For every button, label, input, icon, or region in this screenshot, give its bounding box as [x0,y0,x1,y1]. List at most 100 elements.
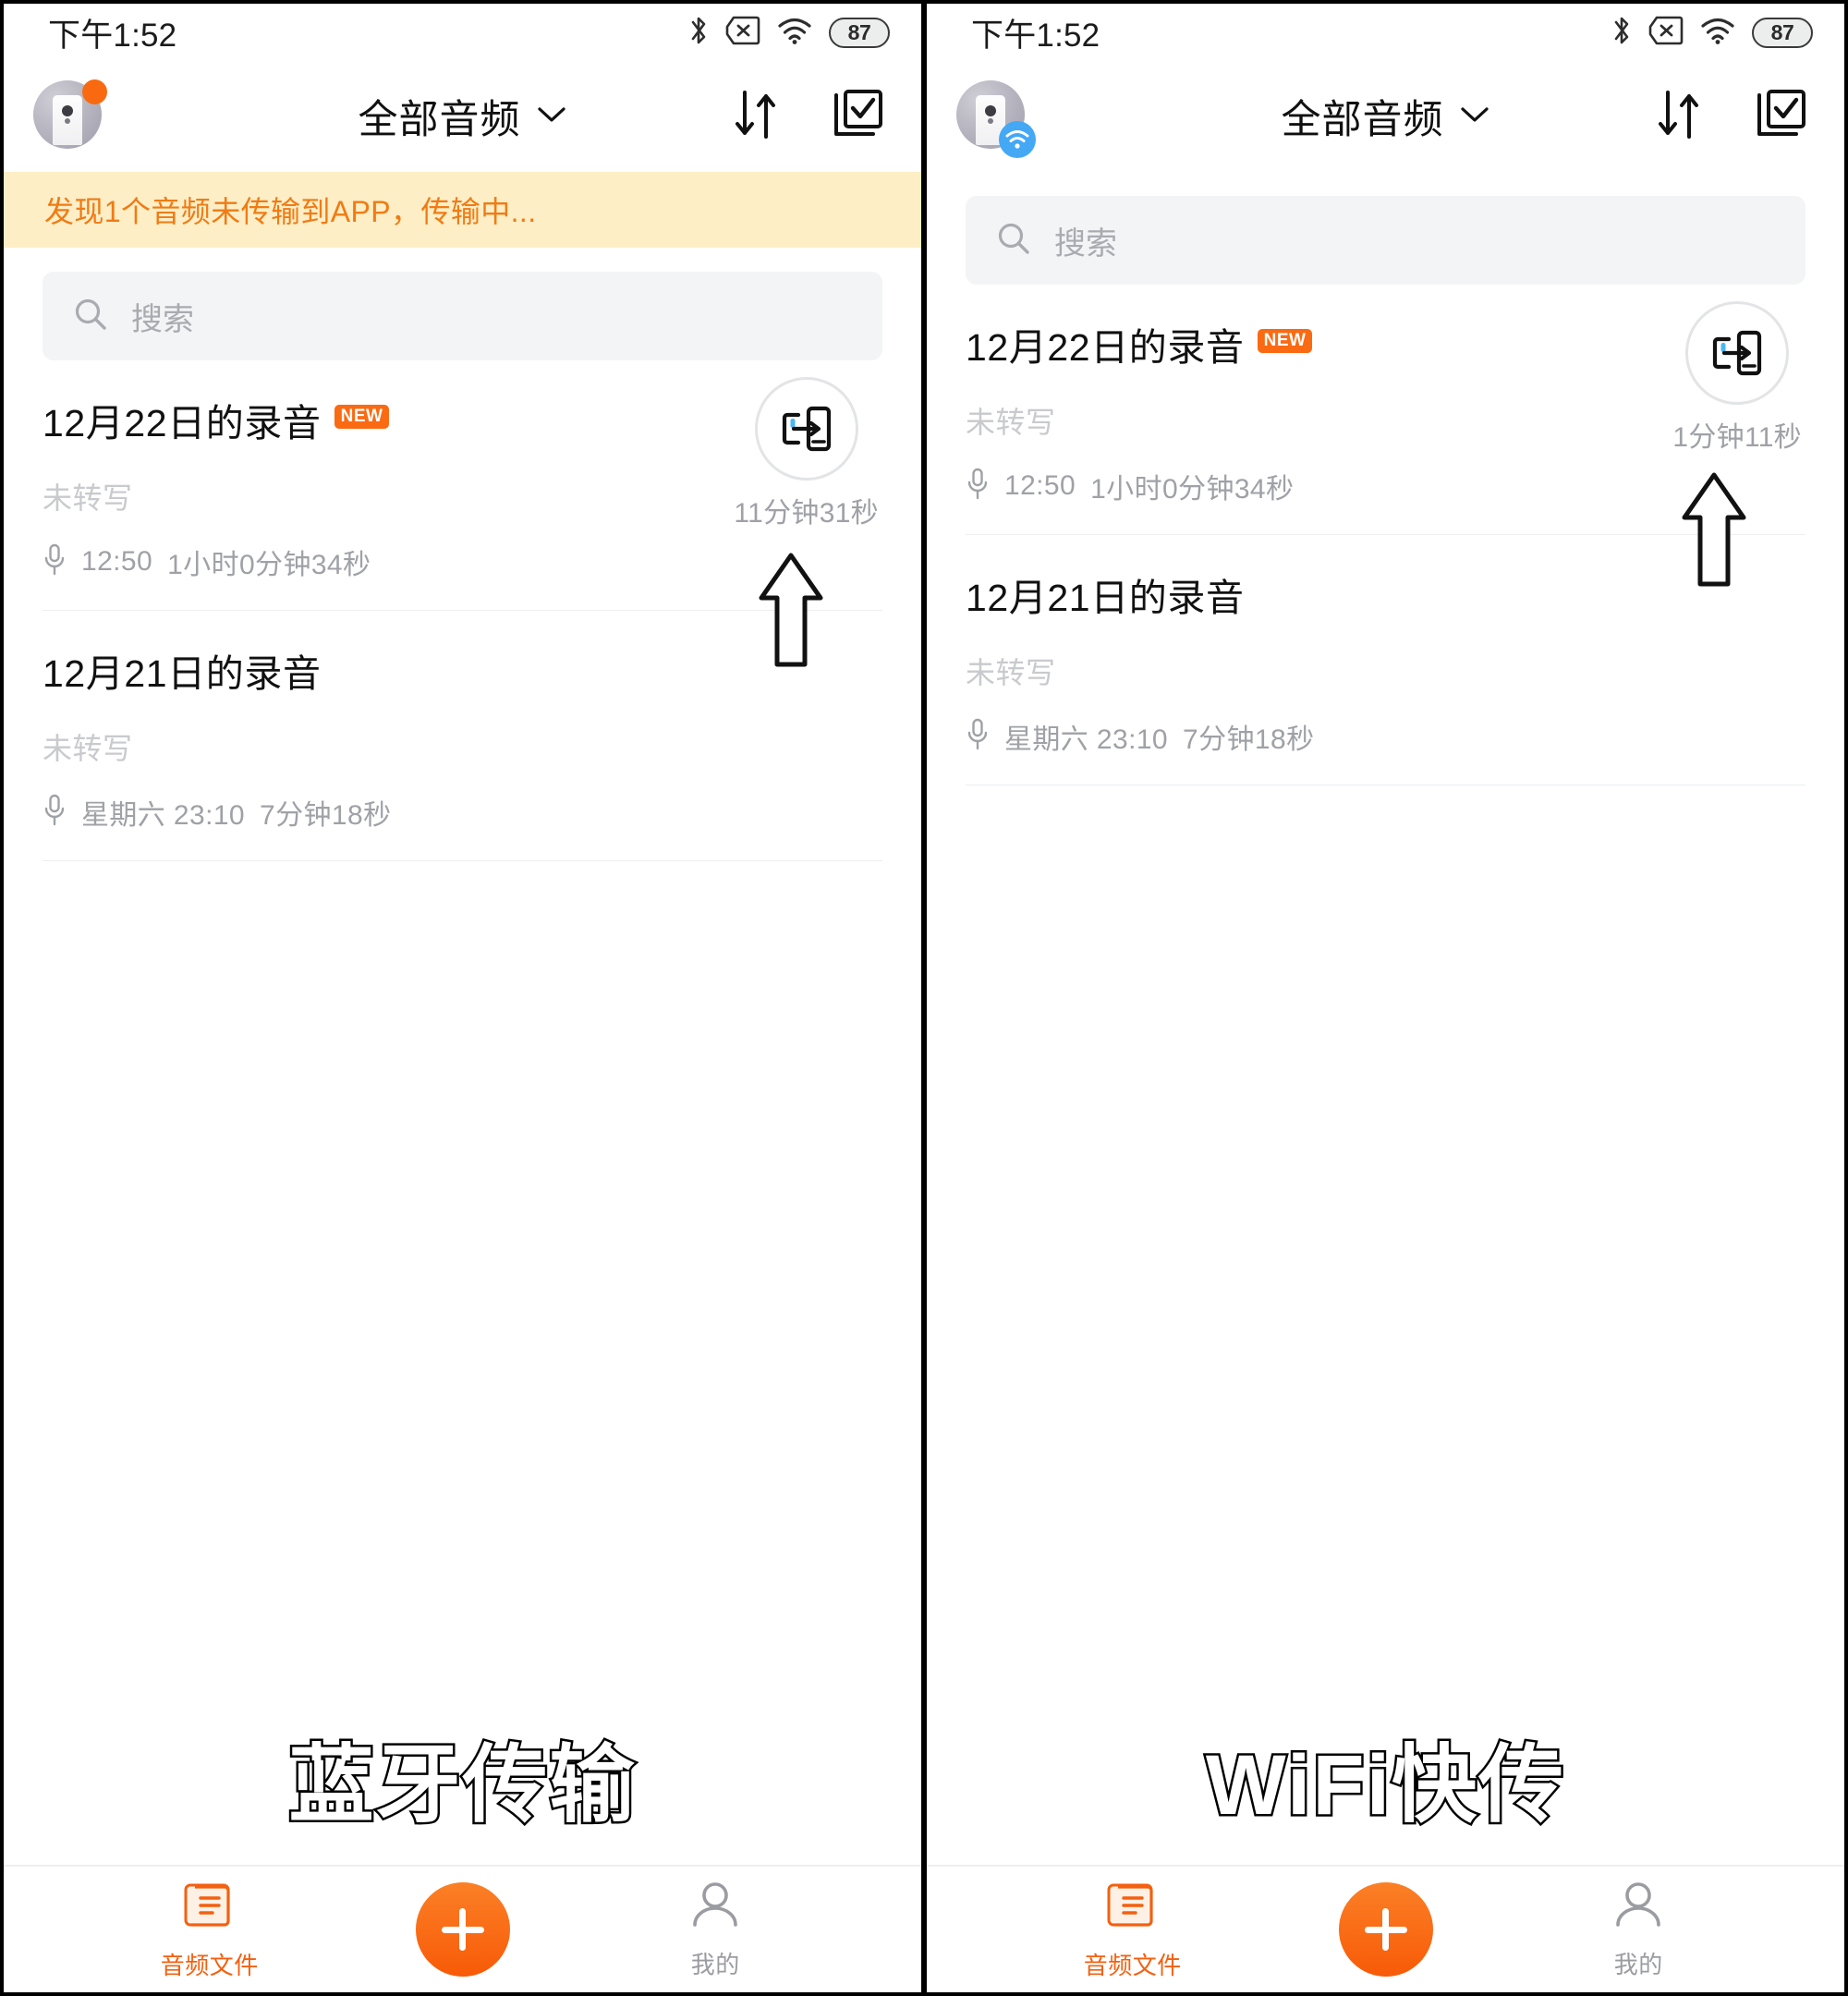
new-badge: NEW [334,405,390,429]
search-icon [995,220,1032,262]
recording-title: 12月22日的录音 [43,402,322,444]
tab-profile[interactable]: 我的 [510,1879,922,1980]
transcription-status: 未转写 [43,732,133,765]
list-item[interactable]: 12月22日的录音 NEW 未转写 12:50 1小时0分钟34秒 [966,285,1805,587]
bottom-tab-bar: 音频文件 我的 [4,1865,921,1992]
page-title[interactable]: 全部音频 [1282,88,1444,145]
tab-label-profile: 我的 [1613,1951,1663,1978]
tab-profile[interactable]: 我的 [1433,1879,1845,1980]
app-header: 全部音频 [927,61,1844,172]
wifi-icon [776,16,813,50]
transfer-control[interactable]: 11分钟31秒 [734,377,879,530]
sim-off-icon [1648,16,1684,50]
status-time: 下午1:52 [971,17,1100,54]
recording-time: 星期六 23:10 [81,800,246,831]
tab-audio-files[interactable]: 音频文件 [4,1878,416,1981]
chevron-down-icon[interactable] [1459,104,1490,129]
tab-label-audio-files: 音频文件 [160,1952,259,1979]
microphone-icon [43,543,67,581]
recording-list: 12月22日的录音 NEW 未转写 12:50 1小时0分钟34秒 [927,285,1844,785]
recording-title: 12月21日的录音 [43,652,322,695]
transfer-notice-banner: 发现1个音频未传输到APP，传输中... [4,172,921,248]
recording-list: 12月22日的录音 NEW 未转写 12:50 1小时0分钟34秒 [4,360,921,861]
recording-time: 12:50 [81,546,153,577]
sort-icon[interactable] [731,87,783,147]
tab-audio-files[interactable]: 音频文件 [927,1878,1339,1981]
search-bar[interactable]: 搜索 [43,272,882,360]
multi-select-icon[interactable] [1754,88,1807,146]
status-icon-group: 87 [1611,15,1813,51]
transfer-eta: 1分钟11秒 [1672,422,1802,453]
search-icon [72,296,109,337]
tab-label-audio-files: 音频文件 [1083,1952,1182,1979]
recording-duration: 7分钟18秒 [1183,724,1315,755]
document-list-icon [182,1878,237,1938]
device-avatar[interactable] [956,80,1036,158]
avatar-mic-dot [65,118,70,125]
search-bar[interactable]: 搜索 [966,196,1805,285]
plus-icon [441,1908,484,1951]
app-header: 全部音频 [4,61,921,172]
search-input[interactable]: 搜索 [131,294,194,339]
battery-icon: 87 [1752,17,1813,48]
transfer-button[interactable] [754,377,858,481]
microphone-icon [43,794,67,832]
avatar-lens-dot [985,104,996,116]
search-input[interactable]: 搜索 [1054,218,1117,263]
status-icon-group: 87 [687,15,890,51]
phone-screen-wifi: 下午1:52 87 全部音频 搜索 12月22日的录音 NEW 未转写 12:5… [924,0,1848,1996]
page-title[interactable]: 全部音频 [359,88,521,145]
add-recording-button[interactable] [1338,1882,1433,1977]
device-avatar[interactable] [33,79,107,152]
transfer-notice-text: 发现1个音频未传输到APP，传输中... [44,195,537,228]
transfer-eta: 11分钟31秒 [734,498,879,529]
microphone-icon [966,718,990,756]
recording-duration: 1小时0分钟34秒 [1090,474,1295,505]
recording-time: 星期六 23:10 [1004,724,1169,755]
status-bar: 下午1:52 87 [4,4,921,61]
battery-icon: 87 [829,17,890,48]
device-transfer-icon [1713,330,1762,376]
transcription-status: 未转写 [966,656,1056,689]
person-icon [688,1879,742,1937]
recording-title-line: 12月21日的录音 [966,566,1805,622]
avatar-lens-dot [62,104,73,116]
multi-select-icon[interactable] [831,88,884,146]
bluetooth-icon [1611,15,1633,51]
wifi-badge-icon [999,121,1036,158]
new-badge: NEW [1257,329,1313,353]
recording-meta: 星期六 23:10 7分钟18秒 [43,792,882,833]
header-actions [731,87,894,147]
list-divider [43,860,882,861]
transfer-button[interactable] [1685,301,1790,405]
panel-caption: 蓝牙传输 [286,1736,637,1835]
avatar-mic-dot [988,118,993,125]
microphone-icon [966,468,990,505]
recording-title: 12月21日的录音 [966,577,1245,619]
person-icon [1611,1879,1665,1937]
document-list-icon [1105,1878,1161,1938]
recording-time: 12:50 [1004,470,1076,501]
transfer-control[interactable]: 1分钟11秒 [1672,301,1802,455]
comparison-screenshot: 下午1:52 87 全部音频 发现1个音频未传输到APP，传输中... 搜索 1… [0,0,1848,1996]
list-item[interactable]: 12月21日的录音 未转写 星期六 23:10 7分钟18秒 [43,611,882,860]
tab-label-profile: 我的 [690,1951,740,1978]
status-time: 下午1:52 [48,17,177,54]
header-actions [1654,87,1817,147]
add-recording-button[interactable] [415,1882,510,1977]
recording-title: 12月22日的录音 [966,326,1245,369]
phone-screen-bluetooth: 下午1:52 87 全部音频 发现1个音频未传输到APP，传输中... 搜索 1… [0,0,924,1996]
plus-icon [1364,1908,1407,1951]
chevron-down-icon[interactable] [536,104,567,129]
recording-title-line: 12月21日的录音 [43,642,882,698]
orange-dot-badge [82,79,107,104]
recording-duration: 1小时0分钟34秒 [167,550,371,580]
list-item[interactable]: 12月21日的录音 未转写 星期六 23:10 7分钟18秒 [966,535,1805,785]
wifi-icon [1699,16,1736,50]
panel-caption: WiFi快传 [1203,1736,1566,1835]
sort-icon[interactable] [1654,87,1706,147]
device-transfer-icon [782,406,831,452]
list-item[interactable]: 12月22日的录音 NEW 未转写 12:50 1小时0分钟34秒 [43,360,882,667]
recording-meta: 星期六 23:10 7分钟18秒 [966,716,1805,757]
bluetooth-icon [687,15,710,51]
